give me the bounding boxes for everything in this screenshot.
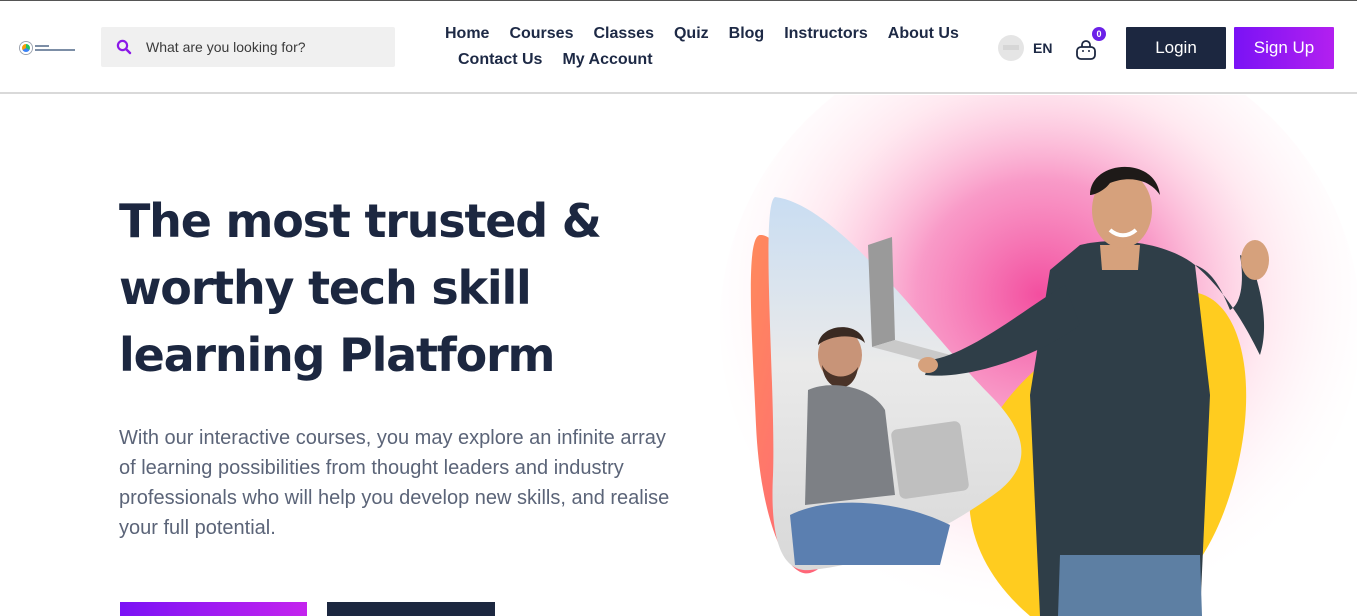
- language-switcher[interactable]: EN: [998, 35, 1052, 61]
- nav-quiz[interactable]: Quiz: [664, 25, 719, 43]
- site-logo[interactable]: [20, 39, 78, 57]
- nav-classes[interactable]: Classes: [583, 25, 664, 43]
- main-nav: Home Courses Classes Quiz Blog Instructo…: [440, 21, 980, 73]
- cart-count-badge: 0: [1092, 27, 1106, 41]
- search-input[interactable]: [146, 27, 386, 67]
- search-bar: [101, 27, 395, 67]
- nav-about-us[interactable]: About Us: [878, 25, 969, 43]
- logo-wordmark: [35, 45, 75, 51]
- nav-home[interactable]: Home: [440, 25, 499, 43]
- nav-contact-us[interactable]: Contact Us: [448, 51, 552, 69]
- login-button[interactable]: Login: [1126, 27, 1226, 69]
- shopping-bag-icon: [1076, 40, 1096, 60]
- flag-icon: [998, 35, 1024, 61]
- site-header: Home Courses Classes Quiz Blog Instructo…: [0, 1, 1357, 94]
- nav-courses[interactable]: Courses: [499, 25, 583, 43]
- hero-title: The most trusted & worthy tech skill lea…: [119, 194, 602, 382]
- nav-instructors[interactable]: Instructors: [774, 25, 878, 43]
- hero-illustration: [720, 95, 1357, 616]
- hero-secondary-button[interactable]: [327, 602, 495, 616]
- cart-button[interactable]: 0: [1075, 27, 1106, 64]
- signup-button[interactable]: Sign Up: [1234, 27, 1334, 69]
- nav-my-account[interactable]: My Account: [552, 51, 662, 69]
- search-icon[interactable]: [116, 39, 132, 55]
- hero-description: With our interactive courses, you may ex…: [119, 427, 670, 539]
- language-code: EN: [1033, 40, 1053, 56]
- hero-primary-button[interactable]: [120, 602, 307, 616]
- nav-blog[interactable]: Blog: [719, 25, 775, 43]
- logo-mark-icon: [20, 42, 32, 54]
